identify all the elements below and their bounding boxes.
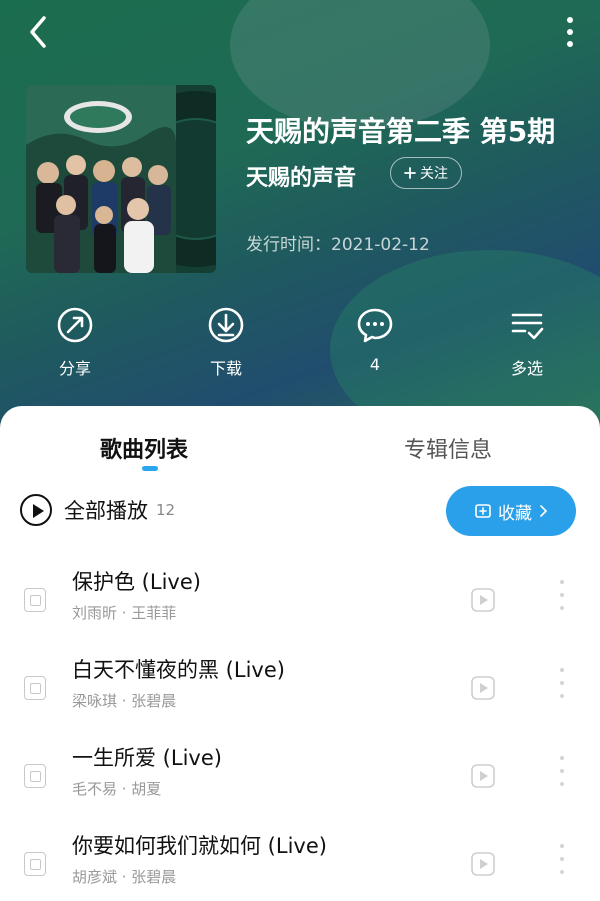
mv-icon[interactable] [470, 586, 496, 614]
song-more-icon[interactable] [550, 658, 574, 708]
follow-label: 关注 [420, 166, 448, 182]
share-button[interactable]: 分享 [25, 305, 125, 379]
multi-select-icon [511, 313, 544, 340]
mv-icon[interactable] [470, 762, 496, 790]
song-row[interactable]: 一生所爱 (Live) 毛不易 · 胡夏 [0, 742, 600, 830]
tab-album-info[interactable]: 专辑信息 [404, 432, 492, 464]
download-icon [208, 307, 244, 343]
song-more-icon[interactable] [550, 570, 574, 620]
song-checkbox-icon[interactable] [24, 676, 46, 700]
comment-icon [357, 308, 393, 343]
follow-button[interactable]: 关注 [390, 157, 462, 189]
song-title: 一生所爱 (Live) [72, 746, 222, 770]
mv-icon[interactable] [470, 674, 496, 702]
song-sheet: 歌曲列表 专辑信息 全部播放 12 收藏 保护色 (Live) 刘雨昕 · 王菲… [0, 406, 600, 901]
download-label: 下载 [209, 359, 242, 378]
multi-select-button[interactable]: 多选 [477, 305, 577, 379]
song-title: 保护色 (Live) [72, 570, 201, 594]
song-row[interactable]: 白天不懂夜的黑 (Live) 梁咏琪 · 张碧晨 [0, 654, 600, 742]
collect-icon [475, 504, 491, 518]
comment-count: 4 [369, 355, 381, 374]
album-title: 天赐的声音第二季 第5期 [246, 115, 556, 148]
song-artists: 刘雨昕 · 王菲菲 [72, 604, 177, 622]
song-more-icon[interactable] [550, 746, 574, 796]
song-checkbox-icon[interactable] [24, 764, 46, 788]
album-header: 天赐的声音第二季 第5期 天赐的声音 关注 发行时间：2021-02-12 分享… [0, 0, 600, 430]
album-cover[interactable] [26, 85, 216, 273]
tab-songs[interactable]: 歌曲列表 [100, 432, 188, 464]
play-icon [20, 494, 52, 526]
play-all-button[interactable]: 全部播放 12 [20, 494, 175, 526]
release-date: 发行时间：2021-02-12 [246, 235, 430, 255]
song-artists: 毛不易 · 胡夏 [72, 780, 162, 798]
artist-name[interactable]: 天赐的声音 [246, 160, 356, 192]
more-icon[interactable] [552, 12, 588, 52]
song-row[interactable]: 你要如何我们就如何 (Live) 胡彦斌 · 张碧晨 [0, 830, 600, 901]
mv-icon[interactable] [470, 850, 496, 878]
share-icon [57, 307, 93, 343]
comment-button[interactable]: 4 [325, 305, 425, 374]
tab-indicator [142, 466, 158, 471]
song-checkbox-icon[interactable] [24, 852, 46, 876]
song-title: 白天不懂夜的黑 (Live) [72, 658, 285, 682]
share-label: 分享 [58, 359, 91, 378]
play-all-label: 全部播放 [64, 499, 148, 523]
chevron-right-icon [540, 505, 547, 517]
collect-label: 收藏 [498, 503, 532, 524]
song-title: 你要如何我们就如何 (Live) [72, 834, 327, 858]
download-button[interactable]: 下载 [176, 305, 276, 379]
multi-select-label: 多选 [510, 359, 543, 378]
song-artists: 胡彦斌 · 张碧晨 [72, 868, 177, 886]
song-count: 12 [156, 501, 176, 519]
song-more-icon[interactable] [550, 834, 574, 884]
song-row[interactable]: 保护色 (Live) 刘雨昕 · 王菲菲 [0, 566, 600, 654]
song-artists: 梁咏琪 · 张碧晨 [72, 692, 177, 710]
song-checkbox-icon[interactable] [24, 588, 46, 612]
back-icon[interactable] [20, 12, 60, 52]
collect-button[interactable]: 收藏 [446, 486, 576, 536]
plus-icon [404, 167, 416, 179]
